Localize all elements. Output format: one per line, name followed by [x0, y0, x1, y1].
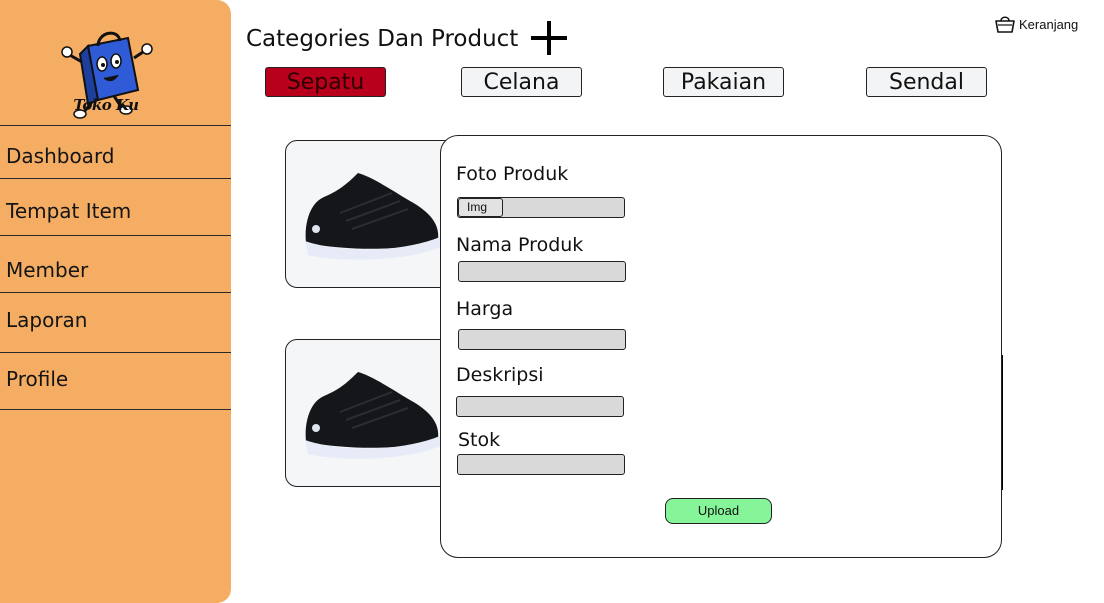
shopping-basket-icon — [995, 16, 1015, 33]
image-picker-button[interactable]: Img — [458, 198, 503, 217]
stock-input[interactable] — [457, 454, 625, 475]
tab-celana[interactable]: Celana — [461, 67, 582, 97]
sidebar-item-member[interactable]: Member — [6, 258, 88, 282]
page-title: Categories Dan Product — [246, 26, 519, 52]
price-label: Harga — [456, 298, 514, 320]
name-label: Nama Produk — [456, 234, 584, 256]
nav-divider — [0, 125, 231, 126]
cart-label: Keranjang — [1019, 16, 1079, 32]
description-label: Deskripsi — [456, 364, 544, 386]
description-input[interactable] — [456, 396, 624, 417]
tab-sendal[interactable]: Sendal — [866, 67, 987, 97]
sneaker-image — [305, 173, 440, 260]
nav-divider — [0, 235, 231, 236]
upload-button[interactable]: Upload — [665, 498, 772, 524]
sidebar: Toko Ku Dashboard Tempat Item Member Lap… — [0, 0, 231, 603]
nav-divider — [0, 178, 231, 179]
add-product-modal: Foto Produk Img Nama Produk Harga Deskri… — [440, 135, 1002, 558]
sidebar-item-dashboard[interactable]: Dashboard — [6, 144, 115, 168]
photo-field[interactable]: Img — [457, 197, 625, 218]
sidebar-item-profile[interactable]: Profile — [6, 367, 68, 391]
name-input[interactable] — [458, 261, 626, 282]
sneaker-image — [305, 372, 440, 459]
sidebar-item-tempat-item[interactable]: Tempat Item — [6, 199, 131, 223]
add-icon[interactable] — [531, 21, 567, 55]
cart-button[interactable]: Keranjang — [995, 13, 1078, 35]
tab-pakaian[interactable]: Pakaian — [663, 67, 784, 97]
tab-sepatu[interactable]: Sepatu — [265, 67, 386, 97]
nav-divider — [0, 292, 231, 293]
photo-label: Foto Produk — [456, 163, 569, 185]
logo-text: Toko Ku — [73, 96, 139, 114]
nav-divider — [0, 352, 231, 353]
stock-label: Stok — [458, 429, 501, 451]
price-input[interactable] — [458, 329, 626, 350]
toko-ku-logo: Toko Ku — [58, 28, 154, 124]
sidebar-item-laporan[interactable]: Laporan — [6, 308, 87, 332]
nav-divider — [0, 409, 231, 410]
